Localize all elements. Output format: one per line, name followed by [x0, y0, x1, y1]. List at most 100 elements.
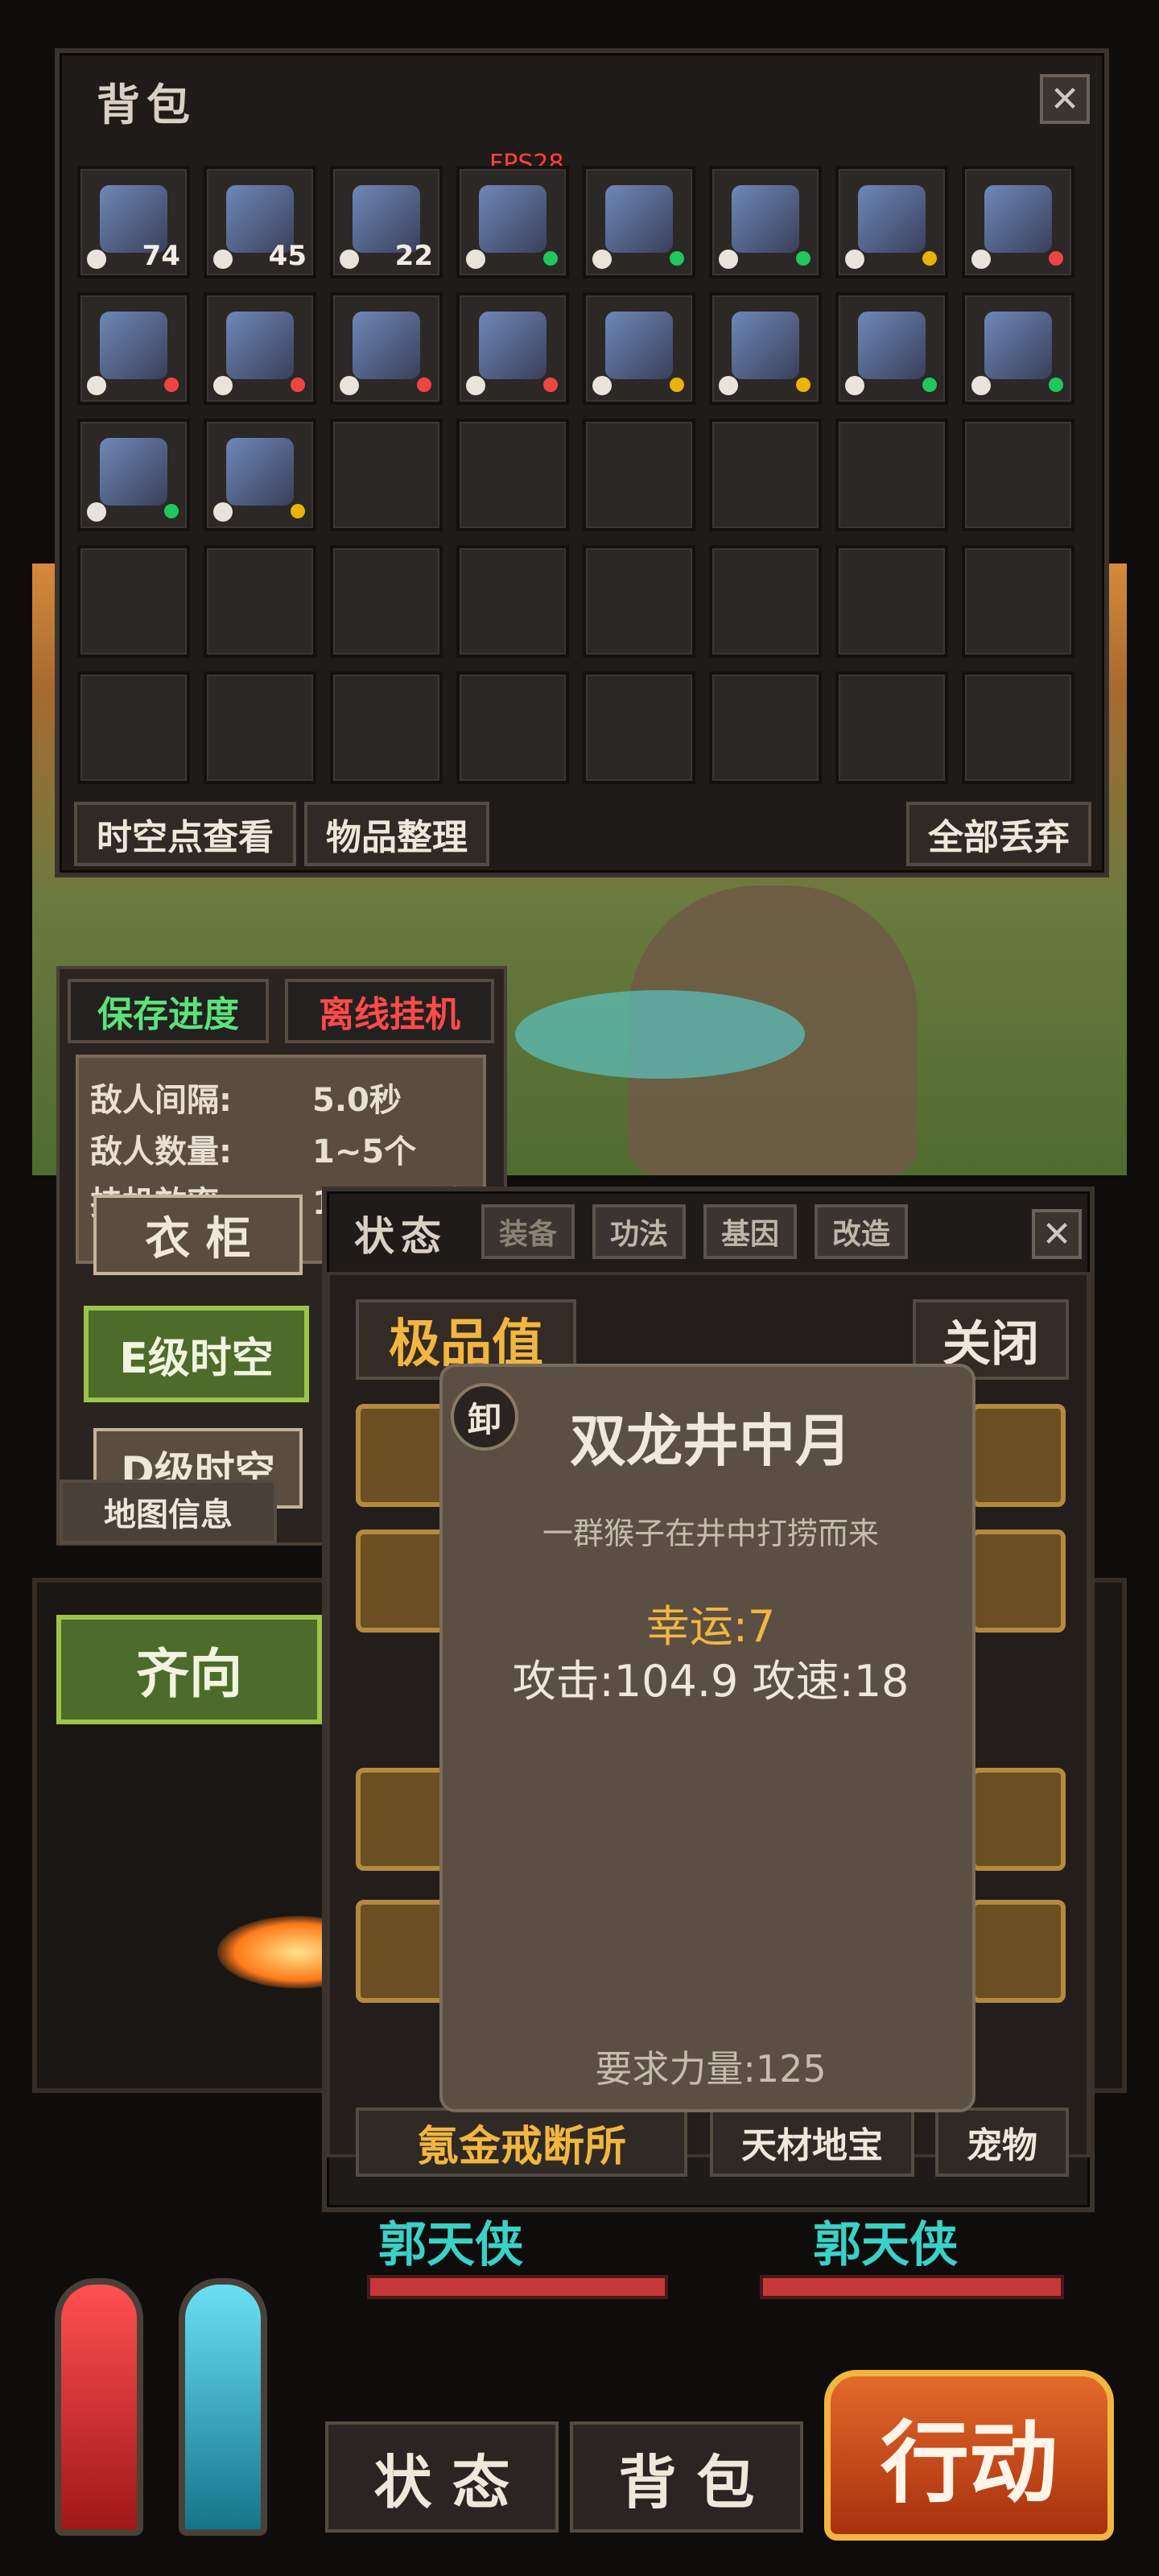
bag-title: 背包 [97, 80, 196, 130]
treasures-button[interactable]: 天材地宝 [710, 2107, 914, 2177]
inventory-slot[interactable] [330, 292, 443, 405]
broad-blade-icon [353, 312, 420, 379]
skull-icon [466, 250, 485, 269]
inventory-slot[interactable] [583, 166, 695, 279]
knife-slot[interactable] [971, 1404, 1066, 1507]
quality-dot [543, 378, 558, 392]
glaive-icon [479, 312, 547, 379]
quality-dot [922, 378, 937, 392]
skull-icon [213, 376, 233, 395]
skull-icon [87, 250, 106, 269]
row-label: 敌人间隔: [90, 1082, 232, 1119]
empty-slot[interactable] [456, 419, 569, 531]
inventory-slot[interactable] [709, 166, 822, 279]
blue-crystal-icon [605, 185, 673, 253]
empty-slot[interactable] [330, 671, 443, 784]
dark-blade-icon [226, 312, 294, 379]
doll-slot[interactable] [356, 1530, 451, 1633]
sabre-slot[interactable] [971, 1768, 1066, 1871]
dragon-ring-slot[interactable] [971, 1530, 1066, 1633]
quality-dot [796, 251, 810, 266]
empty-slot[interactable] [962, 671, 1074, 784]
inventory-slot[interactable] [835, 166, 948, 279]
enemy-hp-bar [760, 2275, 1064, 2299]
empty-slot[interactable] [204, 671, 316, 784]
armor-slot[interactable] [356, 1900, 451, 2003]
bag-button[interactable]: 背 包 [570, 2421, 803, 2533]
empty-slot[interactable] [962, 419, 1074, 531]
lake [515, 990, 805, 1079]
wardrobe-button[interactable]: 衣 柜 [93, 1195, 303, 1275]
empty-slot[interactable] [456, 671, 569, 784]
spear-icon [732, 312, 799, 379]
close-icon[interactable]: ✕ [1032, 1209, 1082, 1259]
blade-slot[interactable] [356, 1768, 451, 1871]
map-info-button[interactable]: 地图信息 [60, 1480, 277, 1544]
empty-slot[interactable] [77, 671, 190, 784]
empty-slot[interactable] [330, 545, 443, 658]
inventory-slot[interactable] [456, 166, 569, 279]
inventory-slot[interactable] [77, 419, 190, 531]
tab-skills[interactable]: 功法 [592, 1204, 686, 1259]
pet-button[interactable]: 宠物 [935, 2107, 1069, 2177]
tab-equipment[interactable]: 装备 [481, 1204, 575, 1259]
action-button[interactable]: 行动 [824, 2370, 1114, 2541]
empty-slot[interactable] [583, 545, 695, 658]
wooden-staff-icon [858, 312, 926, 379]
inventory-slot[interactable]: 74 [77, 166, 190, 279]
inventory-slot[interactable] [456, 292, 569, 405]
claw-slot[interactable] [971, 1900, 1066, 2003]
empty-slot[interactable] [77, 545, 190, 658]
inventory-slot[interactable] [962, 166, 1074, 279]
skull-icon [340, 376, 359, 395]
inventory-slot[interactable] [962, 292, 1074, 405]
empty-slot[interactable] [709, 545, 822, 658]
skull-icon [592, 376, 612, 395]
sort-items-button[interactable]: 物品整理 [304, 802, 489, 866]
empty-slot[interactable] [962, 545, 1074, 658]
empty-slot[interactable] [835, 671, 948, 784]
curved-blade-icon [984, 185, 1052, 253]
krypton-button[interactable]: 氪金戒断所 [356, 2107, 687, 2177]
inventory-slot[interactable] [204, 419, 316, 531]
enemy-name: 郭天侠 [813, 2217, 958, 2273]
empty-slot[interactable] [330, 419, 443, 531]
status-button[interactable]: 状 态 [325, 2421, 559, 2533]
e-level-button[interactable]: E级时空 [84, 1306, 309, 1402]
save-progress-button[interactable]: 保存进度 [68, 979, 269, 1043]
empty-slot[interactable] [835, 419, 948, 531]
quality-dot [291, 378, 305, 392]
tab-modify[interactable]: 改造 [815, 1204, 908, 1259]
quality-dot [417, 378, 431, 392]
inventory-slot[interactable] [583, 292, 695, 405]
empty-slot[interactable] [204, 545, 316, 658]
quality-dot [1049, 251, 1063, 266]
enemy-name: 郭天侠 [378, 2217, 523, 2273]
axe-slot[interactable] [356, 1404, 451, 1507]
offline-idle-button[interactable]: 离线挂机 [285, 979, 494, 1043]
empty-slot[interactable] [835, 545, 948, 658]
inventory-slot[interactable] [709, 292, 822, 405]
space-point-button[interactable]: 时空点查看 [74, 802, 296, 866]
empty-slot[interactable] [583, 419, 695, 531]
quality-dot [670, 251, 684, 266]
item-requirement: 要求力量:125 [595, 2047, 827, 2091]
status-title: 状态 [354, 1213, 448, 1260]
inventory-slot[interactable] [204, 292, 316, 405]
tab-genes[interactable]: 基因 [703, 1204, 797, 1259]
gold-amulet-icon [858, 185, 926, 253]
empty-slot[interactable] [583, 671, 695, 784]
inventory-slot[interactable]: 22 [330, 166, 443, 279]
inventory-slot[interactable] [835, 292, 948, 405]
discard-all-button[interactable]: 全部丢弃 [906, 802, 1091, 866]
skull-icon [213, 502, 233, 522]
empty-slot[interactable] [709, 671, 822, 784]
item-count: 74 [142, 240, 180, 272]
close-icon[interactable]: ✕ [1040, 74, 1090, 124]
inventory-slot[interactable]: 45 [204, 166, 316, 279]
empty-slot[interactable] [709, 419, 822, 531]
inventory-slot[interactable] [77, 292, 190, 405]
quality-dot [164, 504, 179, 518]
qixiang-button[interactable]: 齐向 [56, 1615, 322, 1724]
empty-slot[interactable] [456, 545, 569, 658]
